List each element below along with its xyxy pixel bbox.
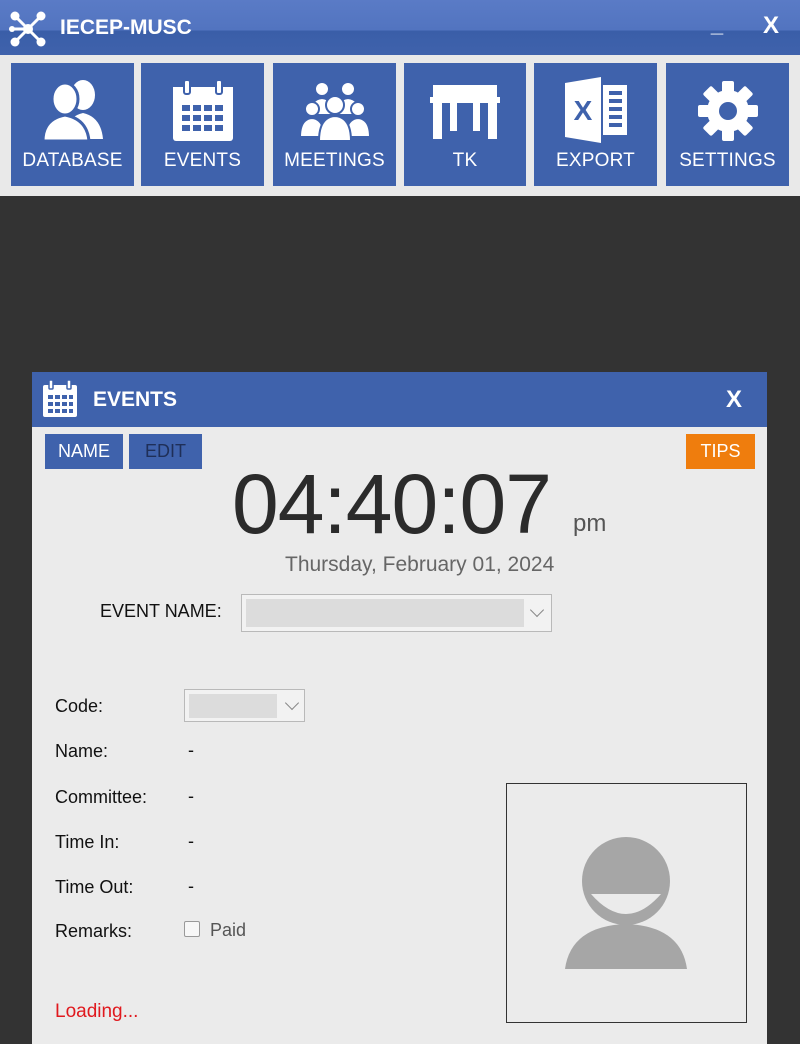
event-name-dropdown[interactable] <box>241 594 552 632</box>
name-field-value: - <box>188 740 194 760</box>
avatar-placeholder-icon <box>565 837 687 969</box>
group-icon <box>299 81 370 142</box>
table-icon <box>430 85 500 139</box>
committee-label: Committee: <box>55 787 148 807</box>
clock-date: Thursday, February 01, 2024 <box>285 553 555 576</box>
event-name-value <box>246 599 524 627</box>
app-title: IECEP-MUSC <box>60 16 192 39</box>
tk-label: TK <box>452 150 478 171</box>
calendar-icon <box>43 380 77 417</box>
clock-ampm: pm <box>573 510 607 537</box>
database-label: DATABASE <box>22 150 123 171</box>
close-window-button[interactable]: X <box>758 12 784 40</box>
events-button[interactable]: EVENTS <box>141 63 264 186</box>
time-in-label: Time In: <box>55 832 120 852</box>
events-panel: EVENTS X NAME EDIT TIPS 04:40:07 pm Thur… <box>32 372 767 1044</box>
gear-icon <box>697 81 758 141</box>
tk-button[interactable]: TK <box>404 63 526 186</box>
time-out-value: - <box>188 876 194 896</box>
code-dropdown[interactable] <box>184 689 305 722</box>
member-photo <box>506 783 747 1023</box>
export-label: EXPORT <box>556 150 635 171</box>
settings-label: SETTINGS <box>679 150 776 171</box>
clock-time: 04:40:07 <box>232 457 552 551</box>
calendar-icon <box>172 79 233 141</box>
chevron-down-icon <box>529 602 545 618</box>
main-toolbar: DATABASE EVENTS MEETINGS TK X EXPORT SET… <box>0 55 800 196</box>
name-field-label: Name: <box>55 741 109 761</box>
settings-button[interactable]: SETTINGS <box>666 63 789 186</box>
network-logo-icon <box>9 11 46 47</box>
title-bar: IECEP-MUSC _ X <box>0 0 800 55</box>
time-out-label: Time Out: <box>55 877 134 897</box>
status-text: Loading... <box>55 1001 139 1022</box>
name-button[interactable]: NAME <box>45 434 123 469</box>
paid-checkbox-label: Paid <box>210 920 247 940</box>
excel-icon: X <box>564 77 627 143</box>
svg-text:X: X <box>573 95 592 126</box>
events-panel-close-button[interactable]: X <box>726 386 742 414</box>
code-label: Code: <box>55 696 104 716</box>
code-value <box>189 694 277 718</box>
edit-button[interactable]: EDIT <box>129 434 202 469</box>
events-panel-header: EVENTS X <box>32 372 767 427</box>
export-button[interactable]: X EXPORT <box>534 63 657 186</box>
remarks-label: Remarks: <box>55 921 133 941</box>
committee-value: - <box>188 786 194 806</box>
meetings-label: MEETINGS <box>284 150 385 171</box>
meetings-button[interactable]: MEETINGS <box>273 63 396 186</box>
events-panel-title: EVENTS <box>93 388 178 411</box>
minimize-button[interactable]: _ <box>706 12 728 40</box>
paid-checkbox[interactable] <box>184 921 200 937</box>
tips-button[interactable]: TIPS <box>686 434 755 469</box>
chevron-down-icon <box>284 695 300 711</box>
events-label: EVENTS <box>163 150 242 171</box>
users-icon <box>40 80 103 143</box>
time-in-value: - <box>188 831 194 851</box>
event-name-label: EVENT NAME: <box>100 601 222 621</box>
database-button[interactable]: DATABASE <box>11 63 134 186</box>
